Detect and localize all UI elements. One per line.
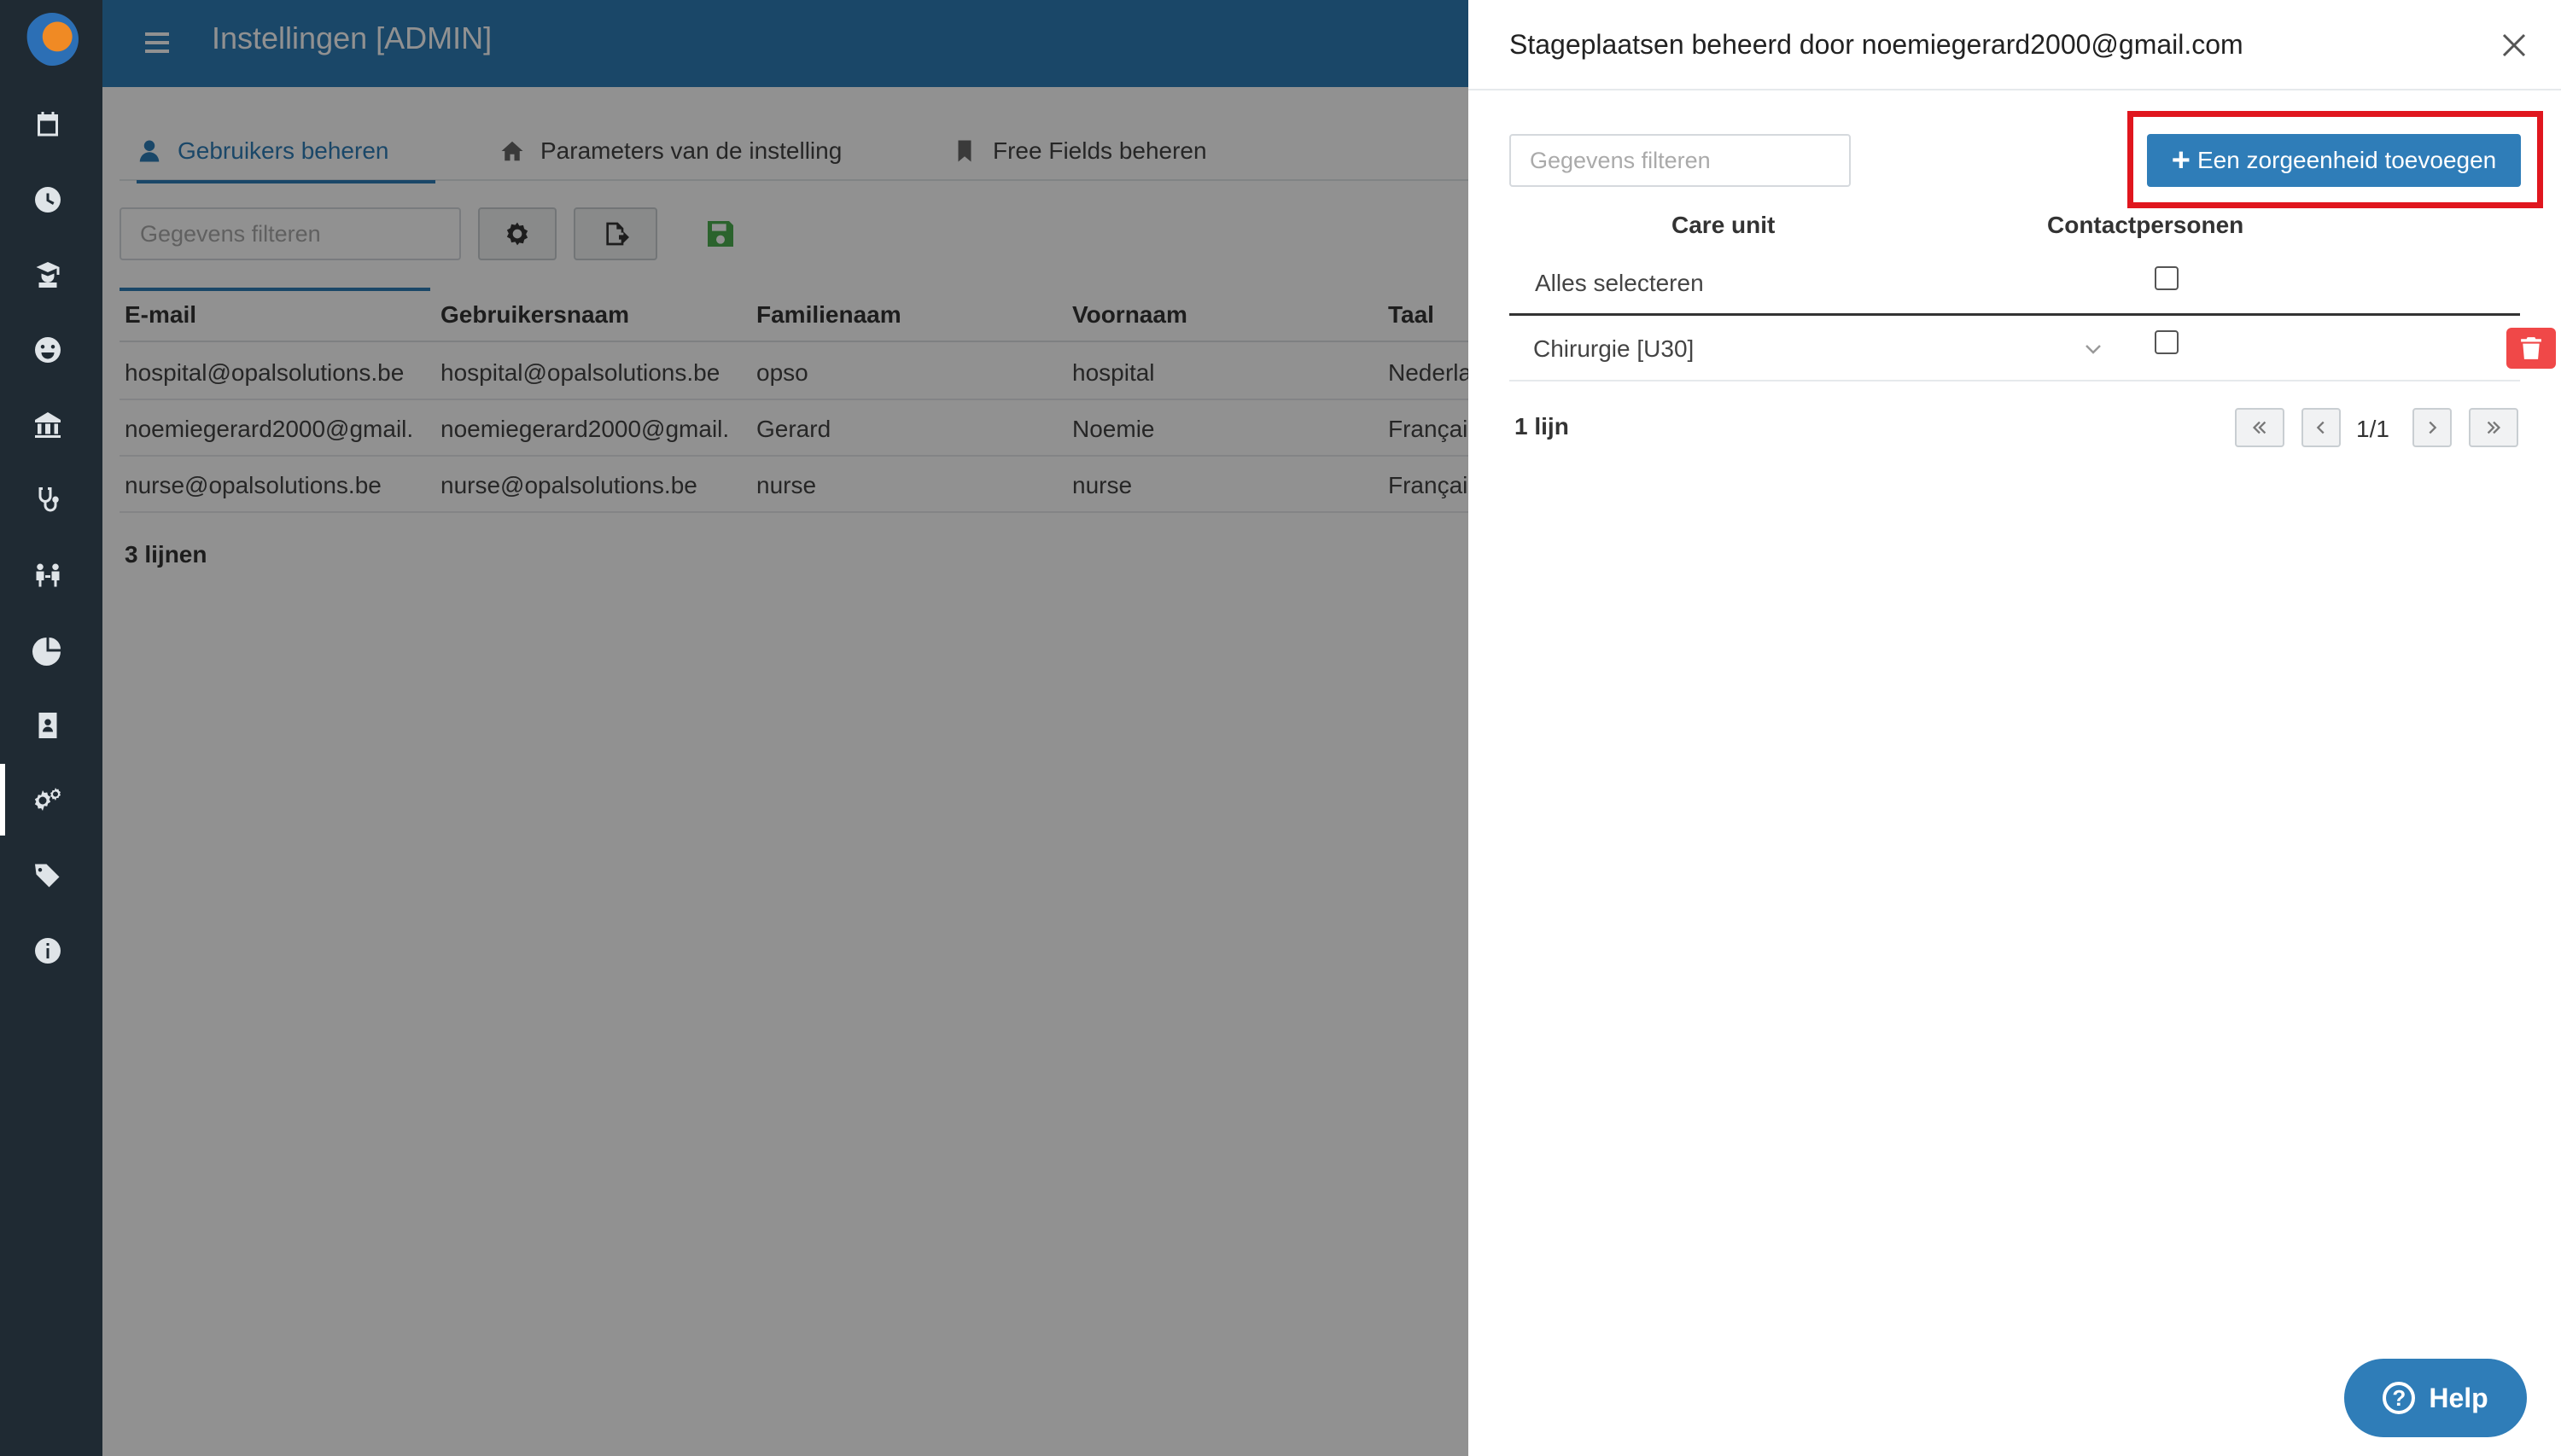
stethoscope-icon[interactable]	[27, 480, 68, 521]
question-icon: ?	[2383, 1382, 2416, 1414]
trash-icon	[2521, 337, 2541, 359]
drawer-filter-box	[1509, 134, 1851, 187]
page-indicator: 1/1	[2356, 416, 2389, 442]
column-contact-persons[interactable]: Contactpersonen	[2047, 212, 2243, 239]
close-icon[interactable]	[2497, 28, 2531, 62]
table-row: Chirurgie [U30]	[1509, 318, 2556, 381]
institution-icon[interactable]	[27, 405, 68, 446]
double-chevron-left-icon	[2252, 421, 2266, 434]
next-page-button[interactable]	[2412, 408, 2452, 447]
gears-icon[interactable]	[27, 780, 68, 821]
clock-icon[interactable]	[27, 179, 68, 220]
select-all-label: Alles selecteren	[1535, 270, 1704, 296]
drawer-row-count: 1 lijn	[1514, 413, 1569, 440]
modal-backdrop[interactable]	[102, 0, 1468, 1456]
app-logo[interactable]	[26, 13, 79, 66]
care-unit-select[interactable]: Chirurgie [U30]	[1533, 335, 1694, 363]
delete-button[interactable]	[2506, 328, 2556, 369]
select-all-checkbox[interactable]	[2155, 266, 2179, 290]
drawer-filter-input[interactable]	[1511, 147, 1832, 174]
contact-person-checkbox[interactable]	[2155, 330, 2179, 354]
tags-icon[interactable]	[27, 855, 68, 896]
smiley-icon[interactable]	[27, 329, 68, 370]
select-all-row: Alles selecteren	[1509, 254, 2520, 316]
help-label: Help	[2429, 1382, 2488, 1413]
chevron-right-icon	[2429, 421, 2437, 434]
previous-page-button[interactable]	[2301, 408, 2341, 447]
people-icon[interactable]	[27, 555, 68, 596]
calendar-icon[interactable]	[27, 104, 68, 145]
pie-chart-icon[interactable]	[27, 630, 68, 671]
help-button[interactable]: ? Help	[2344, 1359, 2527, 1437]
last-page-button[interactable]	[2469, 408, 2518, 447]
chevron-down-icon[interactable]	[2083, 339, 2103, 359]
contact-card-icon[interactable]	[27, 705, 68, 746]
drawer-header: Stageplaatsen beheerd door noemiegerard2…	[1468, 0, 2561, 90]
left-sidebar	[0, 0, 102, 1456]
double-chevron-right-icon	[2487, 421, 2501, 434]
first-page-button[interactable]	[2235, 408, 2284, 447]
care-units-drawer: Stageplaatsen beheerd door noemiegerard2…	[1468, 0, 2561, 1456]
active-indicator	[0, 764, 5, 836]
drawer-title: Stageplaatsen beheerd door noemiegerard2…	[1509, 29, 2243, 60]
chevron-left-icon	[2316, 421, 2325, 434]
column-care-unit[interactable]: Care unit	[1671, 212, 1775, 239]
highlight-annotation	[2127, 111, 2543, 208]
info-icon[interactable]	[27, 930, 68, 971]
graduate-icon[interactable]	[27, 254, 68, 295]
